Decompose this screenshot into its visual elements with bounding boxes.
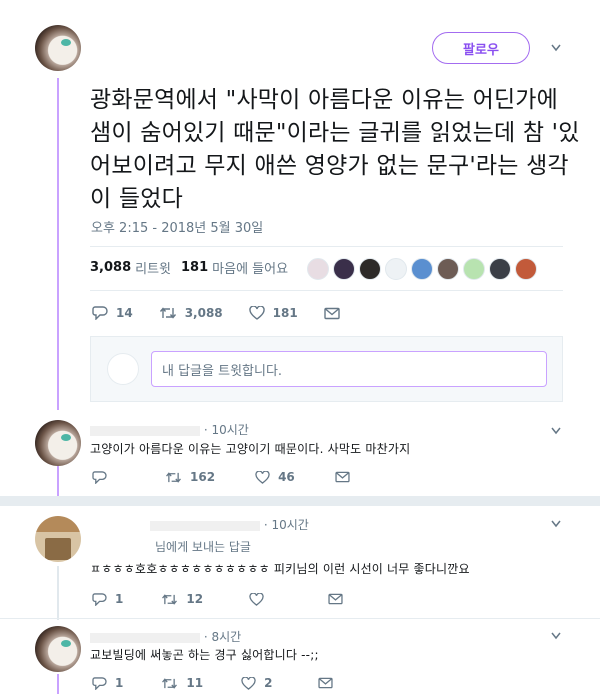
retweet-action[interactable]: 162 bbox=[165, 470, 215, 484]
like-count[interactable]: 181 bbox=[181, 260, 208, 275]
reply-action[interactable]: 14 bbox=[92, 306, 133, 320]
tweet-timestamp[interactable]: 오후 2:15 - 2018년 5월 30일 bbox=[91, 217, 263, 236]
avatar[interactable] bbox=[35, 626, 81, 672]
reply-text: ㅍㅎㅎㅎ호호ㅎㅎㅎㅎㅎㅎㅎㅎㅎㅎ 피키님의 이런 시선이 너무 좋다니깐요 bbox=[90, 562, 470, 576]
like-label[interactable]: 마음에 들어요 bbox=[212, 258, 288, 277]
tweet-stats: 3,088 리트윗 181 마음에 들어요 bbox=[90, 258, 298, 277]
liker-avatar[interactable] bbox=[333, 258, 355, 280]
retweet-count: 11 bbox=[186, 676, 204, 690]
retweet-label[interactable]: 리트윗 bbox=[135, 258, 171, 277]
retweet-icon bbox=[166, 471, 181, 483]
retweet-count: 3,088 bbox=[184, 306, 223, 320]
liker-avatar[interactable] bbox=[437, 258, 459, 280]
message-icon bbox=[324, 307, 340, 319]
liker-avatar[interactable] bbox=[515, 258, 537, 280]
reply-header: · 10시간 bbox=[150, 516, 309, 533]
tweet-text: 광화문역에서 "사막이 아름다운 이유는 어딘가에 샘이 숨어있기 때문"이라는… bbox=[90, 87, 580, 212]
chevron-down-icon[interactable] bbox=[551, 520, 561, 530]
message-action[interactable] bbox=[335, 471, 358, 483]
redacted-name bbox=[90, 632, 200, 643]
like-icon bbox=[248, 306, 265, 320]
retweet-action[interactable]: 3,088 bbox=[159, 306, 223, 320]
retweet-icon bbox=[162, 593, 178, 605]
reply-count: 1 bbox=[115, 592, 124, 606]
like-action[interactable]: 181 bbox=[248, 306, 298, 320]
divider bbox=[90, 290, 563, 291]
reply-time[interactable]: · 10시간 bbox=[264, 518, 309, 532]
retweet-count[interactable]: 3,088 bbox=[90, 260, 131, 275]
like-action[interactable]: 2 bbox=[241, 676, 272, 690]
reply-to-label[interactable]: 님에게 보내는 답글 bbox=[155, 538, 251, 555]
retweet-count: 162 bbox=[190, 470, 216, 484]
reply-composer: 내 답글을 트윗합니다. bbox=[90, 336, 563, 402]
divider bbox=[0, 618, 600, 619]
follow-button[interactable]: 팔로우 bbox=[432, 32, 530, 64]
like-count: 2 bbox=[264, 676, 273, 690]
retweet-icon bbox=[162, 677, 178, 689]
like-icon bbox=[249, 592, 264, 606]
retweet-action[interactable]: 12 bbox=[161, 592, 203, 606]
reply-icon bbox=[92, 676, 107, 690]
thread-line bbox=[57, 78, 59, 410]
like-action[interactable] bbox=[249, 592, 272, 606]
reply-input[interactable]: 내 답글을 트윗합니다. bbox=[151, 351, 547, 387]
reply-action[interactable]: 1 bbox=[92, 592, 123, 606]
thread-line bbox=[57, 466, 59, 496]
message-action[interactable] bbox=[324, 307, 348, 320]
reply-time[interactable]: · 8시간 bbox=[204, 630, 241, 644]
reply-actions: 1 12 bbox=[92, 592, 373, 606]
avatar[interactable] bbox=[35, 420, 81, 466]
liker-avatar[interactable] bbox=[385, 258, 407, 280]
reply-header: · 8시간 bbox=[90, 628, 241, 645]
reply-actions: 1 11 2 bbox=[92, 676, 363, 690]
like-action[interactable]: 46 bbox=[255, 470, 295, 484]
reply-icon bbox=[92, 592, 107, 606]
message-icon bbox=[328, 593, 343, 605]
liker-avatar[interactable] bbox=[307, 258, 329, 280]
conversation-separator bbox=[0, 496, 600, 506]
reply-icon bbox=[92, 306, 108, 320]
message-action[interactable] bbox=[318, 677, 341, 689]
retweet-action[interactable]: 11 bbox=[161, 676, 203, 690]
message-icon bbox=[318, 677, 334, 689]
reply-actions: 162 46 bbox=[92, 470, 380, 484]
like-count: 181 bbox=[272, 306, 298, 320]
message-icon bbox=[335, 471, 350, 483]
thread-line bbox=[57, 674, 59, 694]
avatar[interactable] bbox=[35, 516, 81, 562]
reply-header: · 10시간 bbox=[90, 421, 249, 438]
liker-avatar[interactable] bbox=[359, 258, 381, 280]
liker-avatars bbox=[307, 258, 541, 280]
redacted-name bbox=[150, 520, 260, 531]
reply-count: 1 bbox=[115, 676, 124, 690]
reply-icon bbox=[92, 470, 107, 484]
retweet-count: 12 bbox=[186, 592, 204, 606]
divider bbox=[90, 246, 563, 247]
reply-time[interactable]: · 10시간 bbox=[204, 423, 249, 437]
avatar[interactable] bbox=[35, 25, 81, 71]
avatar bbox=[107, 353, 139, 385]
like-count: 46 bbox=[278, 470, 295, 484]
reply-count: 14 bbox=[116, 306, 133, 320]
retweet-icon bbox=[159, 307, 176, 319]
like-icon bbox=[255, 470, 270, 484]
tweet-actions: 14 3,088 181 bbox=[92, 306, 370, 320]
like-icon bbox=[241, 676, 256, 690]
chevron-down-icon[interactable] bbox=[551, 44, 561, 54]
chevron-down-icon[interactable] bbox=[551, 632, 561, 642]
message-action[interactable] bbox=[328, 593, 351, 605]
reply-action[interactable] bbox=[92, 470, 115, 484]
redacted-name bbox=[90, 425, 200, 436]
reply-action[interactable]: 1 bbox=[92, 676, 123, 690]
chevron-down-icon[interactable] bbox=[551, 427, 561, 437]
liker-avatar[interactable] bbox=[489, 258, 511, 280]
liker-avatar[interactable] bbox=[411, 258, 433, 280]
liker-avatar[interactable] bbox=[463, 258, 485, 280]
reply-text: 교보빌딩에 써놓곤 하는 경구 싫어합니다 --;; bbox=[90, 648, 319, 662]
reply-text: 고양이가 아름다운 이유는 고양이기 때문이다. 사막도 마찬가지 bbox=[90, 442, 411, 456]
thread-line bbox=[57, 566, 59, 620]
